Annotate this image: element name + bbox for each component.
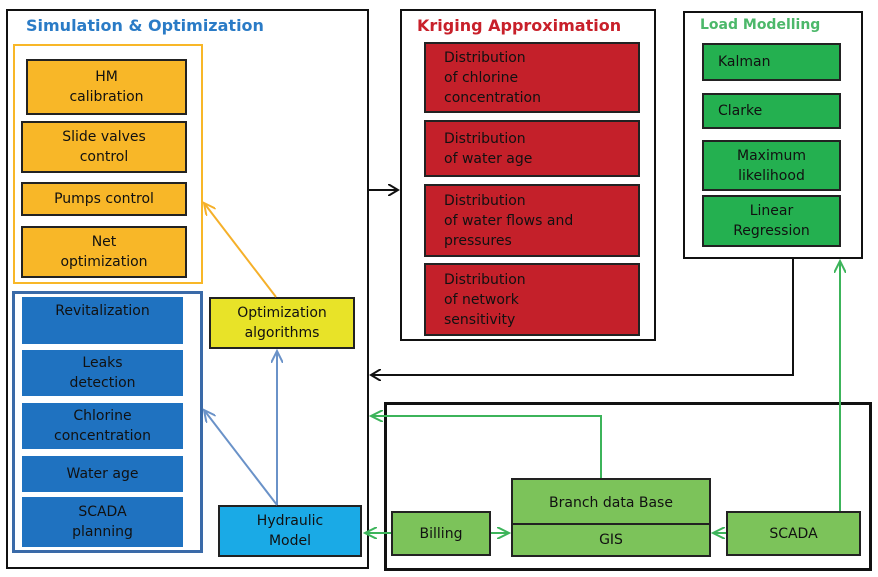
box-line: HM: [95, 69, 118, 85]
optimization-algorithms-box[interactable]: Optimization algorithms: [209, 297, 355, 349]
box-line: Revitalization: [55, 303, 150, 319]
kriging-item-water-age[interactable]: Distribution of water age: [424, 120, 640, 177]
box-line: Clarke: [718, 103, 763, 119]
load-item-maximum-likelihood[interactable]: Maximum likelihood: [702, 140, 841, 191]
box-line: Optimization: [237, 305, 327, 321]
water-age-box[interactable]: Water age: [22, 456, 183, 492]
box-line: concentration: [444, 89, 541, 106]
box-line: Leaks: [82, 355, 123, 371]
box-line: pressures: [444, 232, 512, 249]
box-line: sensitivity: [444, 311, 516, 328]
simulation-optimization-title: Simulation & Optimization: [26, 16, 264, 35]
slide-valves-control-box[interactable]: Slide valves control: [21, 121, 187, 173]
scada-box[interactable]: SCADA: [726, 511, 861, 556]
box-line: planning: [72, 524, 133, 540]
box-line: Distribution: [444, 271, 526, 288]
branch-database-box[interactable]: Branch data Base: [511, 478, 711, 525]
box-line: Distribution: [444, 192, 526, 209]
box-line: Maximum: [737, 147, 806, 164]
load-item-clarke[interactable]: Clarke: [702, 93, 841, 129]
box-line: of water age: [444, 150, 533, 167]
box-line: likelihood: [738, 167, 805, 184]
box-line: optimization: [60, 254, 148, 270]
box-line: algorithms: [244, 325, 320, 341]
box-line: Net: [91, 234, 117, 250]
box-line: Kalman: [718, 54, 771, 70]
hydraulic-model-box[interactable]: Hydraulic Model: [218, 505, 362, 557]
chlorine-concentration-box[interactable]: Chlorine concentration: [22, 403, 183, 449]
leaks-detection-box[interactable]: Leaks detection: [22, 350, 183, 396]
box-line: Linear: [749, 203, 794, 219]
box-line: Regression: [733, 223, 810, 239]
box-line: Pumps control: [54, 191, 154, 207]
box-line: Chlorine: [73, 408, 132, 424]
box-line: of water flows and: [444, 212, 574, 229]
kriging-approximation-title: Kriging Approximation: [417, 16, 622, 35]
load-item-linear-regression[interactable]: Linear Regression: [702, 195, 841, 247]
box-line: of network: [444, 291, 519, 308]
scada-planning-box[interactable]: SCADA planning: [22, 497, 183, 547]
kriging-item-network-sensitivity[interactable]: Distribution of network sensitivity: [424, 263, 640, 336]
kriging-item-chlorine[interactable]: Distribution of chlorine concentration: [424, 42, 640, 113]
box-line: Water age: [66, 466, 139, 482]
load-item-kalman[interactable]: Kalman: [702, 43, 841, 81]
box-line: GIS: [599, 532, 623, 548]
box-line: Branch data Base: [549, 494, 673, 511]
box-line: Model: [268, 533, 312, 549]
hm-calibration-box[interactable]: HM calibration: [26, 59, 187, 115]
net-optimization-box[interactable]: Net optimization: [21, 226, 187, 278]
box-line: Slide valves: [62, 129, 146, 145]
box-line: Distribution: [444, 130, 526, 147]
box-line: Distribution: [444, 49, 526, 66]
pumps-control-box[interactable]: Pumps control: [21, 182, 187, 216]
gis-box[interactable]: GIS: [511, 523, 711, 557]
box-line: calibration: [69, 89, 144, 105]
kriging-item-flows-pressures[interactable]: Distribution of water flows and pressure…: [424, 184, 640, 257]
billing-box[interactable]: Billing: [391, 511, 491, 556]
box-line: concentration: [54, 428, 151, 444]
load-modelling-title: Load Modelling: [700, 17, 821, 33]
box-line: SCADA: [769, 525, 818, 542]
box-line: detection: [69, 375, 136, 391]
revitalization-box[interactable]: Revitalization: [22, 297, 183, 344]
box-line: of chlorine: [444, 69, 519, 86]
box-line: control: [79, 149, 129, 165]
box-line: Hydraulic: [256, 513, 324, 529]
box-line: SCADA: [78, 504, 127, 520]
box-line: Billing: [419, 525, 463, 542]
